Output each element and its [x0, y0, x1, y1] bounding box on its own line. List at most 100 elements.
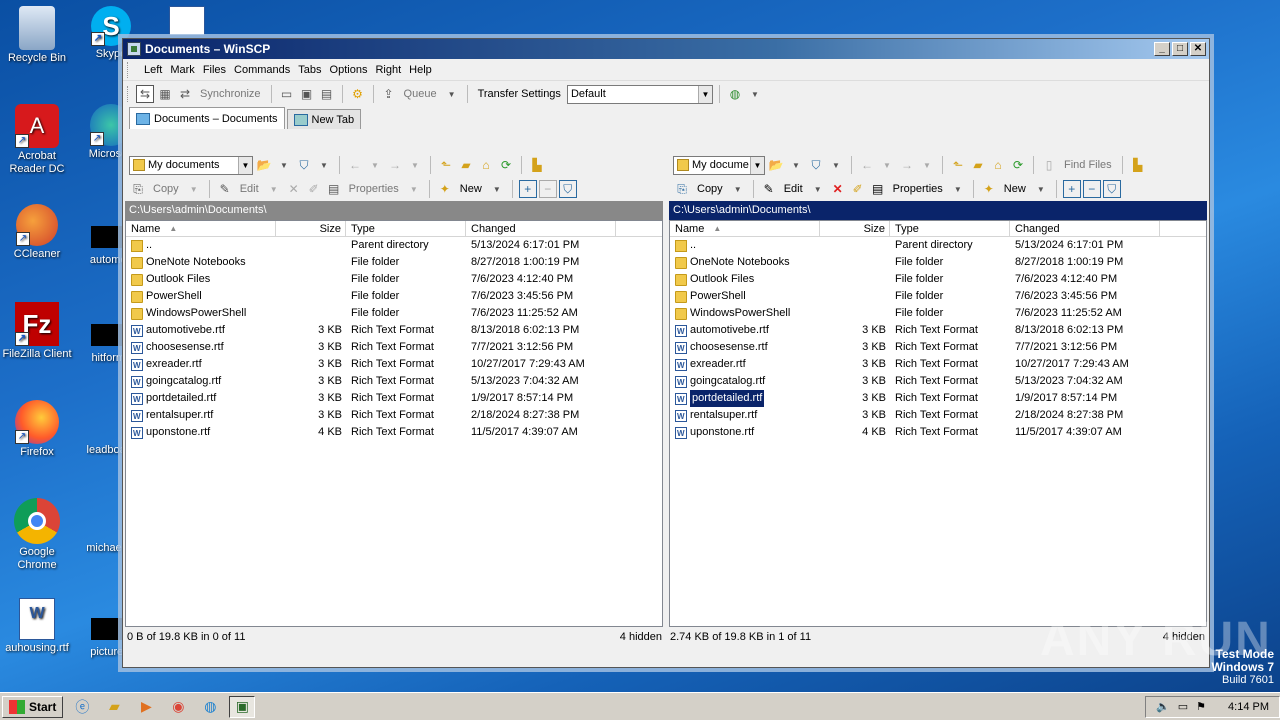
file-row[interactable]: exreader.rtf 3 KB Rich Text Format 10/27/20… [670, 356, 1206, 373]
column-header-size[interactable]: Size [820, 221, 890, 236]
menu-options[interactable]: Options [326, 64, 372, 76]
preferences-gear-icon[interactable]: ⚙ [349, 85, 367, 103]
chevron-down-icon[interactable]: ▼ [405, 180, 423, 198]
filter-icon[interactable]: ⛉ [807, 156, 825, 174]
desktop-icon-word-doc-top[interactable] [150, 6, 224, 38]
copy-icon[interactable]: ⎘ [673, 180, 691, 198]
console-icon[interactable]: ▭ [278, 85, 296, 103]
properties-icon[interactable]: ▤ [869, 180, 887, 198]
rename-icon[interactable]: ✐ [849, 180, 867, 198]
chevron-down-icon[interactable]: ▼ [750, 156, 764, 174]
window-titlebar[interactable]: Documents – WinSCP _ □ ✕ [123, 39, 1209, 59]
queue-button[interactable]: Queue [400, 88, 441, 100]
home-icon[interactable]: ⌂ [989, 156, 1007, 174]
menu-commands[interactable]: Commands [230, 64, 294, 76]
file-row[interactable]: Outlook Files File folder 7/6/2023 4:12:40… [126, 271, 662, 288]
left-hidden-count[interactable]: 4 hidden [620, 627, 662, 647]
filter-select-icon[interactable]: ⛉ [1102, 180, 1121, 198]
network-icon[interactable]: ▭ [1178, 700, 1188, 713]
file-row[interactable]: .. Parent directory 5/13/2024 6:17:01 PM [670, 237, 1206, 254]
file-row[interactable]: portdetailed.rtf 3 KB Rich Text Format 1/9/… [126, 390, 662, 407]
find-files-button[interactable]: Find Files [1060, 159, 1116, 171]
select-plus-icon[interactable]: + [1062, 180, 1081, 198]
chevron-down-icon[interactable]: ▼ [238, 156, 252, 174]
column-header-type[interactable]: Type [890, 221, 1010, 236]
desktop-icon-acrobat[interactable]: A ↗ Acrobat Reader DC [0, 104, 74, 176]
chevron-down-icon[interactable]: ▼ [729, 180, 747, 198]
forward-arrow-icon[interactable]: → [898, 156, 916, 174]
file-row[interactable]: PowerShell File folder 7/6/2023 3:45:56 PM [126, 288, 662, 305]
toolbar-grip[interactable] [127, 86, 130, 102]
filter-select-icon[interactable]: ⛉ [558, 180, 577, 198]
chevron-down-icon[interactable]: ▼ [746, 85, 764, 103]
delete-icon[interactable]: ✕ [285, 180, 303, 198]
back-arrow-icon[interactable]: ← [346, 156, 364, 174]
open-folder-icon[interactable]: 📂 [767, 156, 785, 174]
action-center-flag-icon[interactable]: ⚑ [1196, 700, 1206, 713]
compare-directories-icon[interactable]: ⇆ [136, 85, 154, 103]
clock[interactable]: 4:14 PM [1228, 701, 1269, 713]
root-directory-icon[interactable]: ▰ [457, 156, 475, 174]
file-row[interactable]: automotivebe.rtf 3 KB Rich Text Format 8/13… [126, 322, 662, 339]
file-row[interactable]: goingcatalog.rtf 3 KB Rich Text Format 5/13… [670, 373, 1206, 390]
edit-icon[interactable]: ✎ [760, 180, 778, 198]
left-edit-button[interactable]: Edit [236, 183, 263, 195]
chevron-down-icon[interactable]: ▼ [443, 85, 461, 103]
left-location-select[interactable]: My documents ▼ [129, 155, 253, 175]
right-location-select[interactable]: My docume ▼ [673, 155, 765, 175]
new-folder-icon[interactable]: ✦ [436, 180, 454, 198]
toolbar-grip[interactable] [127, 61, 136, 78]
file-row[interactable]: OneNote Notebooks File folder 8/27/2018 1:… [670, 254, 1206, 271]
synchronize-button[interactable]: Synchronize [196, 88, 265, 100]
chevron-down-icon[interactable]: ▼ [275, 156, 293, 174]
menu-right[interactable]: Right [371, 64, 405, 76]
putty-icon[interactable]: ▣ [298, 85, 316, 103]
unselect-minus-icon[interactable]: − [1082, 180, 1101, 198]
parent-directory-icon[interactable]: ⬑ [437, 156, 455, 174]
right-edit-button[interactable]: Edit [780, 183, 807, 195]
file-row[interactable]: WindowsPowerShell File folder 7/6/2023 11:… [126, 305, 662, 322]
edit-icon[interactable]: ✎ [216, 180, 234, 198]
minimize-button[interactable]: _ [1154, 42, 1170, 56]
refresh-session-icon[interactable]: ▤ [318, 85, 336, 103]
desktop-icon-auhousing[interactable]: W auhousing.rtf [0, 598, 74, 655]
column-header-changed[interactable]: Changed [1010, 221, 1160, 236]
open-folder-icon[interactable]: 📂 [255, 156, 273, 174]
column-header-changed[interactable]: Changed [466, 221, 616, 236]
menu-mark[interactable]: Mark [166, 64, 198, 76]
chevron-down-icon[interactable]: ▼ [488, 180, 506, 198]
desktop-icon-chrome[interactable]: Google Chrome [0, 498, 74, 572]
tab-new-tab[interactable]: New Tab [286, 109, 362, 129]
home-icon[interactable]: ⌂ [477, 156, 495, 174]
transfer-settings-select[interactable]: Default ▼ [566, 84, 713, 104]
left-properties-button[interactable]: Properties [345, 183, 403, 195]
keep-up-to-date-icon[interactable]: ▦ [156, 85, 174, 103]
taskbar-chrome-icon[interactable]: ◉ [165, 696, 191, 718]
select-plus-icon[interactable]: + [518, 180, 537, 198]
left-file-list[interactable]: Name ▲ Size Type Changed .. Parent directo… [125, 220, 663, 627]
file-row[interactable]: rentalsuper.rtf 3 KB Rich Text Format 2/18/… [126, 407, 662, 424]
new-folder-icon[interactable]: ✦ [980, 180, 998, 198]
taskbar-edge-icon[interactable]: ◍ [197, 696, 223, 718]
taskbar-ie-icon[interactable]: ⓔ [69, 696, 95, 718]
root-directory-icon[interactable]: ▰ [969, 156, 987, 174]
unselect-minus-icon[interactable]: − [538, 180, 557, 198]
start-button[interactable]: Start [2, 695, 64, 718]
desktop-icon-ccleaner[interactable]: ↗ CCleaner [0, 204, 74, 261]
left-copy-button[interactable]: Copy [149, 183, 183, 195]
refresh-icon[interactable]: ⟳ [1009, 156, 1027, 174]
chevron-down-icon[interactable]: ▼ [265, 180, 283, 198]
left-new-button[interactable]: New [456, 183, 486, 195]
forward-arrow-icon[interactable]: → [386, 156, 404, 174]
menu-help[interactable]: Help [405, 64, 436, 76]
chevron-down-icon[interactable]: ▼ [787, 156, 805, 174]
desktop-icon-filezilla[interactable]: Fz ↗ FileZilla Client [0, 302, 74, 361]
filter-icon[interactable]: ⛉ [295, 156, 313, 174]
chevron-down-icon[interactable]: ▼ [366, 156, 384, 174]
tab-documents[interactable]: Documents – Documents [129, 107, 285, 129]
file-row[interactable]: choosesense.rtf 3 KB Rich Text Format 7/7/2… [670, 339, 1206, 356]
file-row[interactable]: portdetailed.rtf 3 KB Rich Text Format 1/9/… [670, 390, 1206, 407]
find-files-icon[interactable]: ▯ [1040, 156, 1058, 174]
taskbar-explorer-icon[interactable]: ▰ [101, 696, 127, 718]
column-header-size[interactable]: Size [276, 221, 346, 236]
